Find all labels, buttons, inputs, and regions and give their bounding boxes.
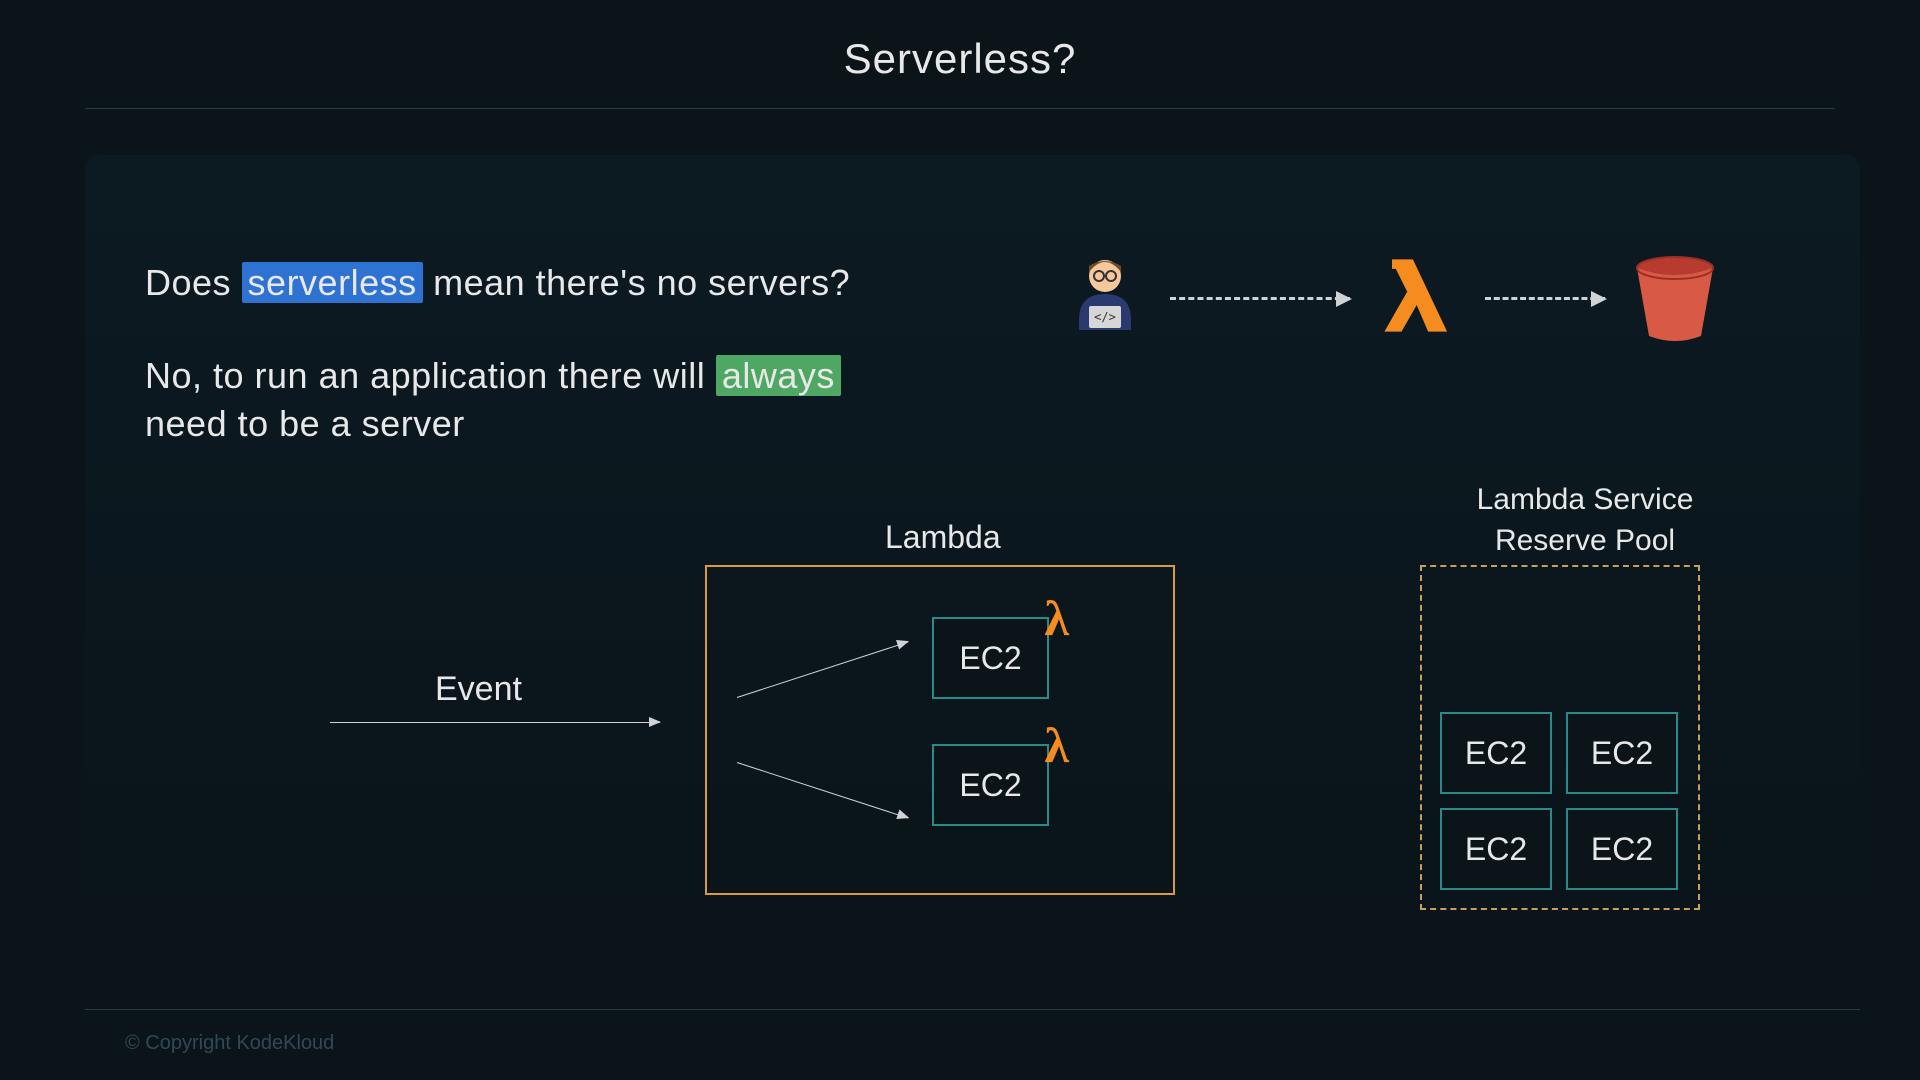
pool-ec2-1: EC2 [1440,712,1552,794]
ec2-label: EC2 [1591,735,1653,772]
svg-text:</>: </> [1094,310,1116,324]
slide-title: Serverless? [0,0,1920,108]
lambda-ec2-1: EC2 λ [932,617,1049,699]
title-divider [85,108,1835,109]
developer-icon: </> [1050,245,1160,355]
lambda-container: EC2 λ EC2 λ [705,565,1175,895]
reserve-pool-label: Lambda Service Reserve Pool [1435,480,1735,561]
dispatch-arrow-1 [737,641,908,698]
s3-bucket-icon [1620,245,1730,355]
ec2-label: EC2 [1465,831,1527,868]
reserve-pool-grid: EC2 EC2 EC2 EC2 [1440,712,1678,890]
pool-ec2-3: EC2 [1440,808,1552,890]
flow-arrow-1 [1170,297,1350,300]
pool-label-line2: Reserve Pool [1495,524,1675,557]
ec2-label: EC2 [959,640,1021,677]
reserve-pool-box: EC2 EC2 EC2 EC2 [1420,565,1700,910]
mini-lambda-icon: λ [1044,716,1069,774]
ec2-label: EC2 [1591,831,1653,868]
answer-pre: No, to run an application there will [145,355,716,396]
footer-divider [85,1009,1860,1010]
pool-label-line1: Lambda Service [1477,483,1694,516]
event-arrow [330,722,660,723]
answer-text: No, to run an application there will alw… [145,352,925,449]
highlight-always: always [716,355,841,396]
lambda-icon [1365,240,1475,350]
lambda-ec2-2: EC2 λ [932,744,1049,826]
question-post: mean there's no servers? [423,262,851,303]
dispatch-arrow-2 [737,762,908,819]
pool-ec2-2: EC2 [1566,712,1678,794]
flow-arrow-2 [1485,297,1605,300]
lambda-box-label: Lambda [885,519,1001,556]
footer-copyright: © Copyright KodeKloud [125,1032,334,1055]
event-label: Event [435,670,522,709]
flow-diagram: </> [1050,245,1750,365]
mini-lambda-icon: λ [1044,589,1069,647]
ec2-label: EC2 [1465,735,1527,772]
answer-post: need to be a server [145,403,465,444]
highlight-serverless: serverless [242,262,423,303]
pool-ec2-4: EC2 [1566,808,1678,890]
ec2-label: EC2 [959,767,1021,804]
question-pre: Does [145,262,242,303]
